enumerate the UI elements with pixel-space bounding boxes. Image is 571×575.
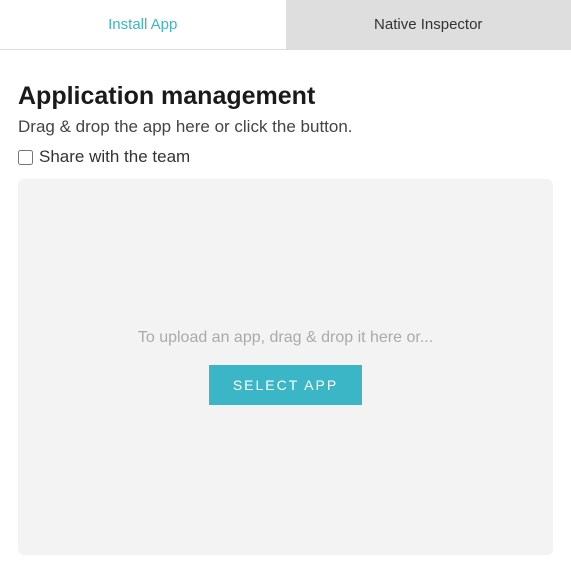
- select-app-button[interactable]: SELECT APP: [209, 365, 362, 405]
- tab-install-app[interactable]: Install App: [0, 0, 286, 49]
- page-subtitle: Drag & drop the app here or click the bu…: [18, 117, 553, 137]
- tab-native-inspector[interactable]: Native Inspector: [286, 0, 571, 49]
- share-checkbox[interactable]: [18, 150, 33, 165]
- share-row: Share with the team: [18, 147, 553, 167]
- share-label[interactable]: Share with the team: [39, 147, 190, 167]
- dropzone[interactable]: To upload an app, drag & drop it here or…: [18, 179, 553, 555]
- dropzone-text: To upload an app, drag & drop it here or…: [138, 329, 433, 347]
- content-area: Application management Drag & drop the a…: [0, 50, 571, 573]
- tabs: Install App Native Inspector: [0, 0, 571, 50]
- page-title: Application management: [18, 82, 553, 111]
